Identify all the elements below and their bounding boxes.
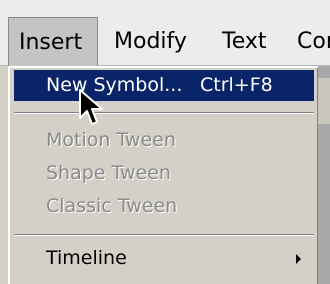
- menu-item-label: Shape Tween: [46, 162, 171, 184]
- menu-item-timeline[interactable]: Timeline: [14, 243, 314, 274]
- menu-commands-partial[interactable]: Cor: [287, 17, 330, 66]
- menu-text[interactable]: Text: [212, 17, 277, 66]
- background-panel-edge: [318, 78, 330, 124]
- menu-separator: [14, 234, 314, 236]
- menu-item-label: New Symbol...: [46, 74, 183, 96]
- mouse-pointer-icon: [79, 89, 103, 125]
- menu-item-label: Motion Tween: [46, 129, 176, 151]
- menu-item-shape-tween[interactable]: Shape Tween: [14, 158, 314, 189]
- menu-item-motion-tween[interactable]: Motion Tween: [14, 125, 314, 156]
- menu-item-new-symbol[interactable]: New Symbol... Ctrl+F8: [14, 70, 314, 101]
- menu-insert[interactable]: Insert: [8, 17, 98, 66]
- menu-separator: [14, 112, 314, 114]
- insert-dropdown-menu: New Symbol... Ctrl+F8 Motion Tween Shape…: [8, 66, 318, 284]
- menu-modify[interactable]: Modify: [104, 17, 197, 66]
- submenu-arrow-icon: [296, 254, 301, 264]
- menu-item-label: Classic Tween: [46, 195, 178, 217]
- menu-item-label: Timeline: [46, 247, 127, 269]
- menu-bar: Insert Modify Text Cor: [0, 0, 330, 66]
- menu-item-classic-tween[interactable]: Classic Tween: [14, 191, 314, 222]
- menu-item-shortcut: Ctrl+F8: [200, 74, 273, 96]
